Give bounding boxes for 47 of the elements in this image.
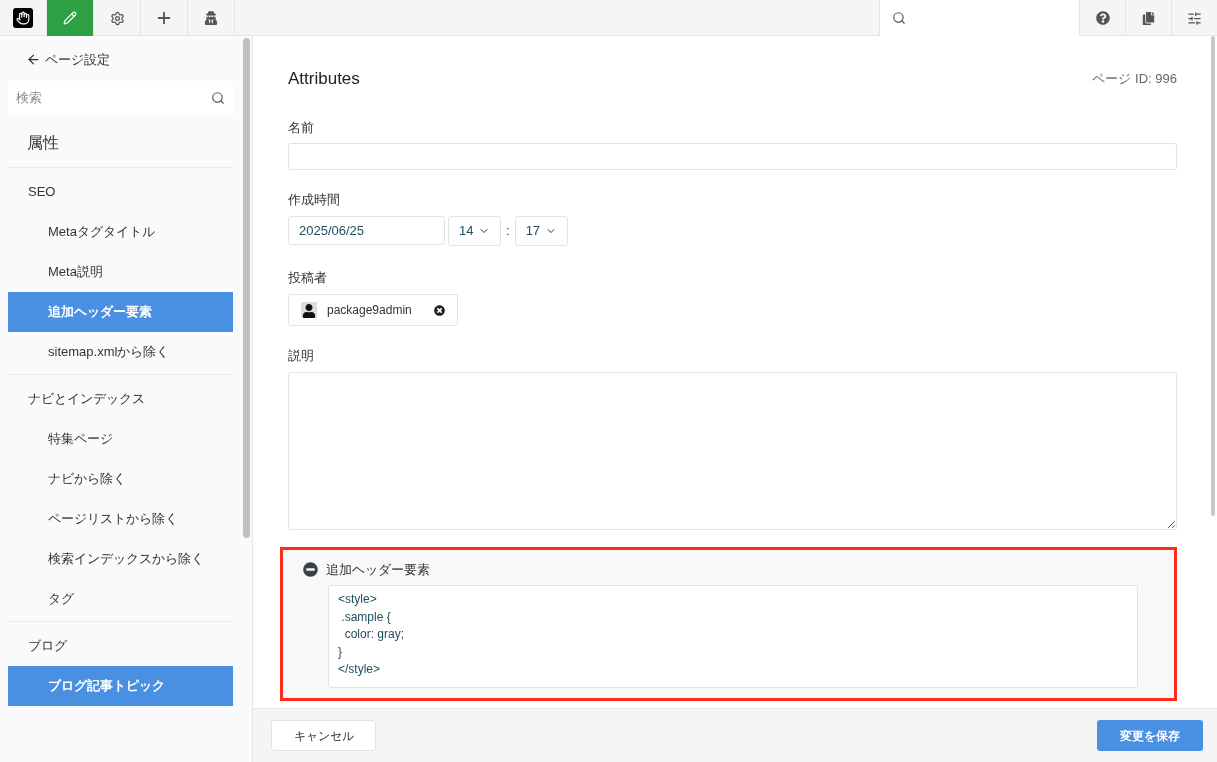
gear-icon <box>109 10 125 26</box>
hand-logo-icon <box>13 8 33 28</box>
sidebar-item[interactable]: ナビから除く <box>8 458 233 499</box>
pages-icon <box>1142 11 1155 25</box>
section-label: 追加ヘッダー要素 <box>326 560 430 579</box>
cancel-button[interactable]: キャンセル <box>271 720 376 751</box>
search-icon <box>892 11 906 25</box>
search-icon <box>211 90 225 105</box>
date-input-field[interactable]: 2025/06/25 <box>288 216 445 245</box>
scrollbar-thumb[interactable] <box>1211 36 1215 516</box>
sidebar-heading: 属性 <box>26 132 60 153</box>
field-label: 説明 <box>288 347 315 365</box>
minute-select[interactable]: 17 <box>514 215 568 246</box>
back-link[interactable]: ページ設定 <box>8 36 233 79</box>
field-label: 名前 <box>288 118 315 137</box>
sidebar-item[interactable]: Metaタグタイトル <box>8 211 233 252</box>
group-title: ブログ <box>27 636 68 655</box>
time-separator: : <box>505 221 511 240</box>
field-label: 投稿者 <box>288 268 328 287</box>
group-title: ナビとインデックス <box>27 389 146 408</box>
back-arrow-icon <box>26 52 41 68</box>
avatar-silhouette-icon <box>301 302 317 318</box>
group-title: SEO <box>27 182 57 201</box>
sidebar-search-field[interactable]: 検索 <box>8 80 233 115</box>
scrollbar-thumb[interactable] <box>243 38 250 538</box>
pencil-icon <box>63 11 77 25</box>
page-id: ページ ID: 996 <box>1092 70 1177 88</box>
sidebar-item[interactable]: sitemap.xmlから除く <box>8 331 233 372</box>
sidebar-item[interactable]: タグ <box>8 578 233 619</box>
plus-icon <box>155 9 173 27</box>
search-field[interactable] <box>879 0 1079 36</box>
sidebar-item[interactable]: 特集ページ <box>8 418 233 459</box>
sliders-icon <box>1187 10 1202 26</box>
hour-select[interactable]: 14 <box>448 215 501 246</box>
sidebar-item[interactable]: 検索インデックスから除く <box>8 538 233 579</box>
sidebar-item[interactable]: ページリストから除く <box>8 498 233 539</box>
field-label: 作成時間 <box>288 191 341 209</box>
sidebar-item[interactable]: Meta説明 <box>8 251 233 292</box>
user-name: package9admin <box>327 302 413 319</box>
code-textarea[interactable]: <style> .sample { color: gray; } </style> <box>328 585 1138 688</box>
collapse-icon[interactable] <box>303 561 318 577</box>
help-icon <box>1095 11 1110 25</box>
agent-icon <box>204 11 218 25</box>
page-title: Attributes <box>288 68 360 90</box>
remove-icon[interactable] <box>434 304 445 316</box>
name-input-field[interactable] <box>288 143 1177 170</box>
user-selector[interactable]: package9admin <box>288 294 458 326</box>
